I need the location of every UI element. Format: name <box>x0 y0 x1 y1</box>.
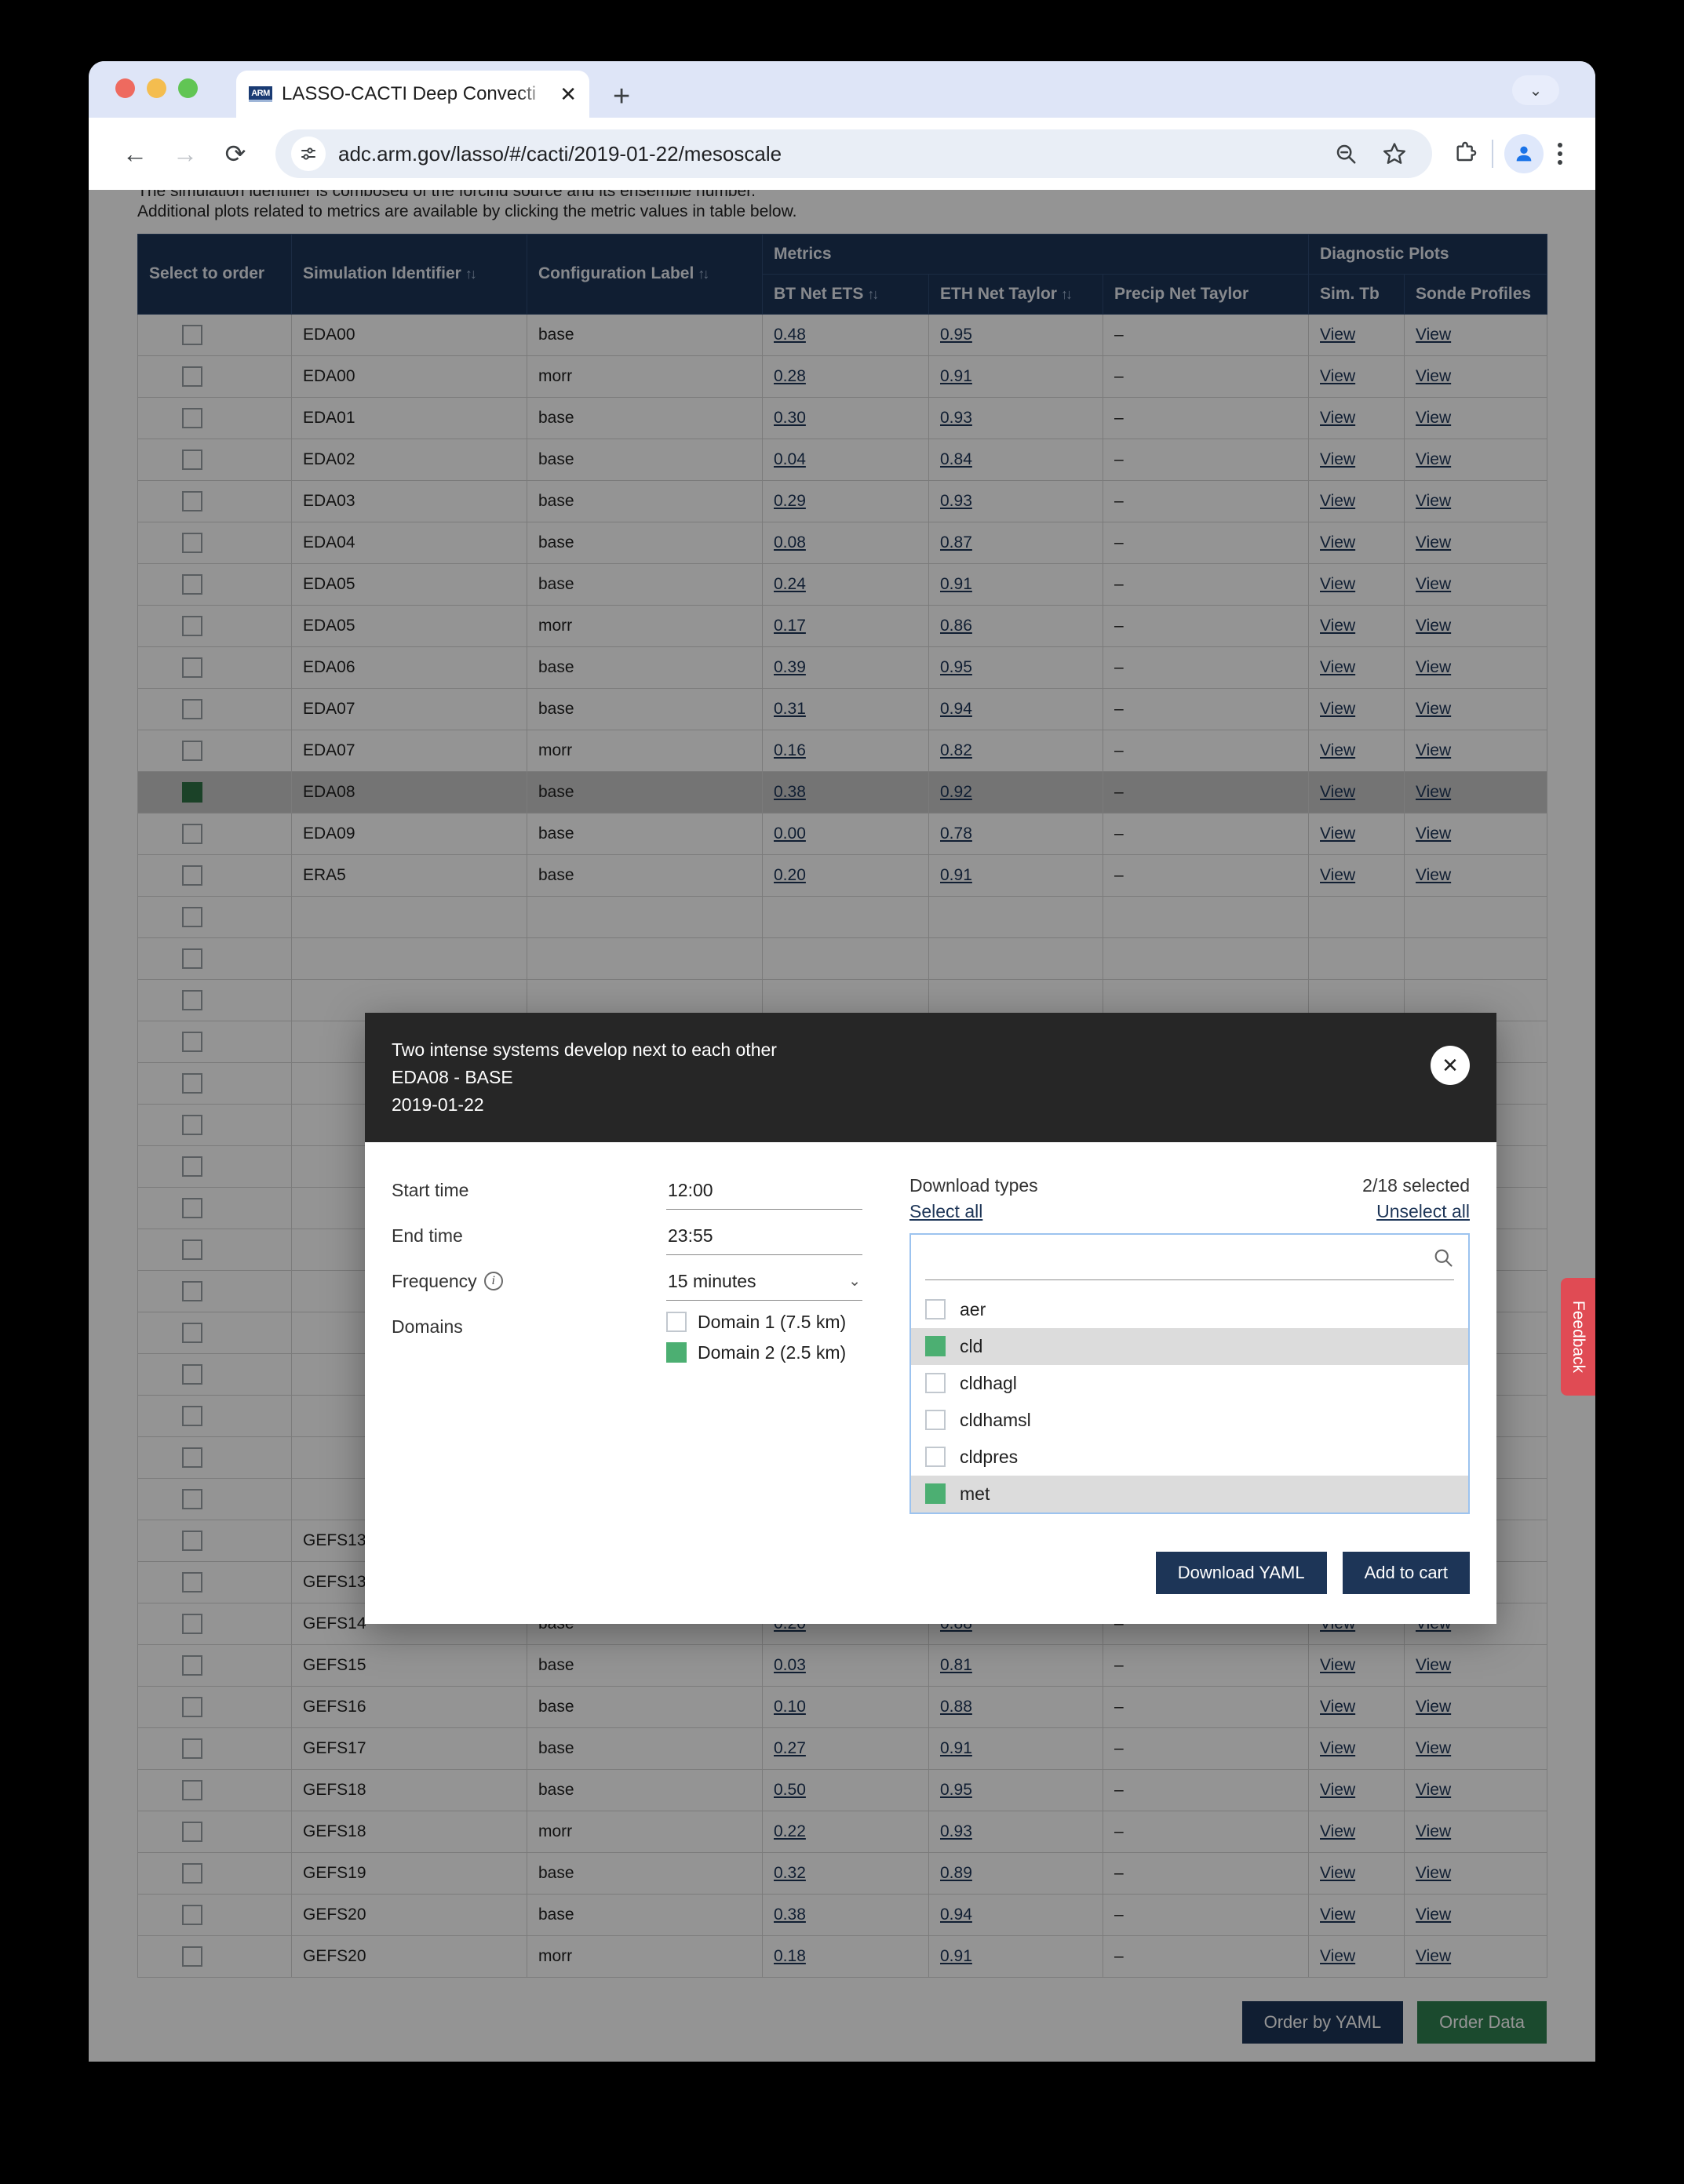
frequency-label: Frequency i <box>392 1266 666 1292</box>
start-time-row: Start time 12:00 <box>392 1175 878 1210</box>
new-tab-button[interactable]: + <box>613 82 630 111</box>
maximize-window-button[interactable] <box>178 78 198 98</box>
download-types-search-input[interactable] <box>925 1249 1432 1270</box>
domain-label: Domain 2 (2.5 km) <box>698 1341 847 1363</box>
download-types-counter: 2/18 selected <box>1362 1174 1470 1196</box>
domain-option[interactable]: Domain 2 (2.5 km) <box>666 1342 862 1363</box>
end-time-value: 23:55 <box>668 1225 713 1246</box>
download-type-item[interactable]: cldpres <box>911 1439 1468 1476</box>
download-type-checkbox[interactable] <box>925 1483 946 1505</box>
start-time-value: 12:00 <box>668 1179 713 1200</box>
modal-date: 2019-01-22 <box>392 1094 484 1115</box>
download-types-head: Download types 2/18 selected <box>909 1175 1470 1196</box>
download-type-label: cldhamsl <box>960 1409 1031 1430</box>
download-type-label: cldhagl <box>960 1372 1017 1393</box>
address-bar[interactable]: adc.arm.gov/lasso/#/cacti/2019-01-22/mes… <box>275 129 1432 178</box>
minimize-window-button[interactable] <box>147 78 166 98</box>
modal-body: Start time 12:00 End time 23:55 Frequenc… <box>365 1142 1496 1538</box>
profile-avatar[interactable] <box>1504 134 1544 173</box>
download-type-item[interactable]: aer <box>911 1291 1468 1328</box>
domain-label: Domain 1 (7.5 km) <box>698 1311 847 1332</box>
download-types-box: aer cld cldhagl cldhamsl cldpres met <box>909 1232 1470 1514</box>
window-traffic-lights <box>115 78 198 98</box>
download-types-search-inner <box>925 1246 1454 1280</box>
zoom-out-icon[interactable] <box>1330 138 1361 169</box>
domain-checkbox[interactable] <box>666 1342 687 1363</box>
site-settings-icon[interactable] <box>291 136 326 171</box>
toolbar-divider <box>1492 140 1493 168</box>
browser-toolbar: ← → ⟳ adc.arm.gov/lasso/#/cacti/2019-01-… <box>89 118 1595 190</box>
domain-checkbox[interactable] <box>666 1312 687 1333</box>
frequency-label-text: Frequency <box>392 1270 477 1291</box>
download-types-links: Select all Unselect all <box>909 1201 1470 1222</box>
bookmark-star-icon[interactable] <box>1379 138 1410 169</box>
tab-title: LASSO-CACTI Deep Convecti <box>282 83 537 104</box>
download-type-label: cld <box>960 1335 983 1356</box>
download-type-checkbox[interactable] <box>925 1336 946 1357</box>
close-icon[interactable]: ✕ <box>1431 1046 1470 1085</box>
download-type-label: met <box>960 1483 990 1504</box>
download-type-checkbox[interactable] <box>925 1299 946 1320</box>
download-type-checkbox[interactable] <box>925 1373 946 1394</box>
start-time-label: Start time <box>392 1179 469 1200</box>
page-viewport: The simulation identifier is composed of… <box>89 190 1595 2062</box>
download-type-checkbox[interactable] <box>925 1447 946 1468</box>
close-tab-icon[interactable]: ✕ <box>560 84 577 104</box>
feedback-tab-label: Feedback <box>1569 1300 1588 1374</box>
start-time-input[interactable]: 12:00 <box>666 1175 862 1210</box>
download-types-list: aer cld cldhagl cldhamsl cldpres met <box>911 1291 1468 1512</box>
url-text: adc.arm.gov/lasso/#/cacti/2019-01-22/mes… <box>338 141 782 166</box>
back-button[interactable]: ← <box>112 131 158 177</box>
domains-label: Domains <box>392 1316 463 1337</box>
browser-menu-icon[interactable] <box>1548 143 1572 165</box>
modal-header-text: Two intense systems develop next to each… <box>392 1036 777 1119</box>
extensions-puzzle-icon[interactable] <box>1449 138 1481 169</box>
browser-tab[interactable]: ARM LASSO-CACTI Deep Convecti ✕ <box>236 71 589 118</box>
download-types-search <box>911 1235 1468 1280</box>
download-type-label: aer <box>960 1298 986 1320</box>
download-type-checkbox[interactable] <box>925 1410 946 1431</box>
modal-title: Two intense systems develop next to each… <box>392 1039 777 1060</box>
omnibox-actions <box>1330 138 1416 169</box>
info-icon[interactable]: i <box>483 1272 503 1291</box>
order-form: Start time 12:00 End time 23:55 Frequenc… <box>392 1175 878 1514</box>
arm-favicon-icon: ARM <box>249 86 272 102</box>
download-yaml-button[interactable]: Download YAML <box>1155 1551 1327 1594</box>
download-types-panel: Download types 2/18 selected Select all … <box>909 1175 1470 1514</box>
modal-subtitle: EDA08 - BASE <box>392 1066 513 1087</box>
download-type-item[interactable]: cldhamsl <box>911 1402 1468 1439</box>
select-all-link[interactable]: Select all <box>909 1201 982 1222</box>
close-window-button[interactable] <box>115 78 135 98</box>
tab-strip: ARM LASSO-CACTI Deep Convecti ✕ + ⌄ <box>89 61 1595 118</box>
tab-search-chevron-down-icon[interactable]: ⌄ <box>1512 75 1559 105</box>
add-to-cart-button[interactable]: Add to cart <box>1342 1551 1470 1594</box>
domains-list: Domain 1 (7.5 km) Domain 2 (2.5 km) <box>666 1312 862 1373</box>
download-type-item[interactable]: cldhagl <box>911 1365 1468 1402</box>
end-time-label: End time <box>392 1225 463 1246</box>
end-time-input[interactable]: 23:55 <box>666 1221 862 1255</box>
order-configuration-modal: Two intense systems develop next to each… <box>365 1013 1496 1624</box>
download-types-title: Download types <box>909 1174 1038 1196</box>
chevron-down-icon[interactable]: ⌄ <box>848 1272 861 1290</box>
search-icon[interactable] <box>1432 1247 1454 1272</box>
frequency-row: Frequency i 15 minutes ⌄ <box>392 1266 878 1301</box>
download-type-item[interactable]: cld <box>911 1327 1468 1365</box>
frequency-select[interactable]: 15 minutes ⌄ <box>666 1266 862 1301</box>
modal-header: Two intense systems develop next to each… <box>365 1013 1496 1142</box>
reload-button[interactable]: ⟳ <box>213 131 258 177</box>
domains-row: Domains Domain 1 (7.5 km) Domain 2 (2.5 k… <box>392 1312 878 1373</box>
end-time-row: End time 23:55 <box>392 1221 878 1255</box>
domain-option[interactable]: Domain 1 (7.5 km) <box>666 1312 862 1333</box>
unselect-all-link[interactable]: Unselect all <box>1376 1201 1470 1222</box>
download-type-item[interactable]: met <box>911 1475 1468 1512</box>
frequency-value: 15 minutes <box>668 1270 756 1291</box>
browser-window: ARM LASSO-CACTI Deep Convecti ✕ + ⌄ ← → … <box>89 61 1595 2062</box>
forward-button[interactable]: → <box>162 131 208 177</box>
modal-footer: Download YAML Add to cart <box>365 1538 1496 1624</box>
download-type-label: cldpres <box>960 1446 1019 1467</box>
feedback-tab[interactable]: Feedback <box>1561 1278 1595 1396</box>
